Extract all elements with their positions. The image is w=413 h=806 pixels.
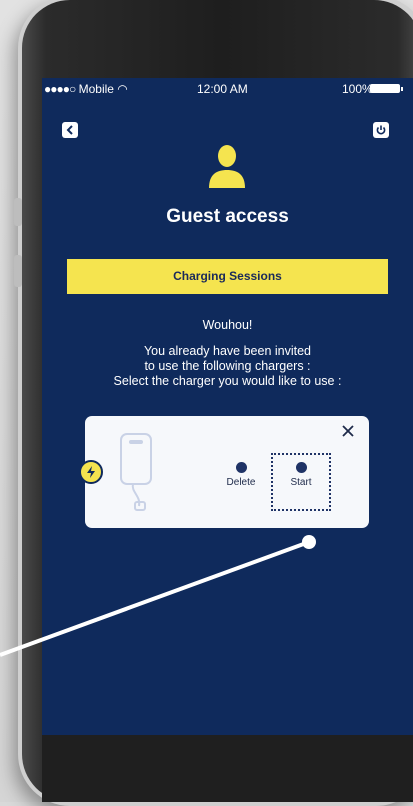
start-label: Start <box>290 477 312 488</box>
status-bar: ●●●●○ Mobile ◠ 12:00 AM 100% <box>42 78 413 100</box>
mute-switch <box>14 198 22 226</box>
app-screen: ●●●●○ Mobile ◠ 12:00 AM 100% Guest acces… <box>42 78 413 735</box>
carrier-name: Mobile <box>78 82 114 96</box>
chevron-left-icon <box>66 125 73 135</box>
carrier-signal: ●●●●○ Mobile ◠ <box>44 82 128 96</box>
wifi-icon: ◠ <box>117 82 128 96</box>
bottom-bezel <box>42 735 413 802</box>
volume-up-button <box>14 255 22 287</box>
page-title: Guest access <box>166 206 289 227</box>
charger-card[interactable]: Delete Start <box>85 416 369 528</box>
power-icon <box>376 125 386 135</box>
invite-message: You already have been invited to use the… <box>42 344 413 389</box>
invite-line-2: to use the following chargers : <box>144 359 311 373</box>
play-icon <box>295 462 307 473</box>
user-avatar-icon <box>209 145 245 188</box>
delete-button[interactable]: Delete <box>215 456 267 502</box>
start-button[interactable]: Start <box>275 456 327 502</box>
greeting-text: Wouhou! <box>202 318 253 332</box>
charger-illustration-icon <box>120 433 152 511</box>
status-time: 12:00 AM <box>197 82 248 96</box>
close-icon[interactable] <box>341 424 355 438</box>
logout-button[interactable] <box>373 122 389 138</box>
delete-label: Delete <box>226 477 256 488</box>
charging-sessions-button[interactable]: Charging Sessions <box>67 259 388 294</box>
back-button[interactable] <box>62 122 78 138</box>
invite-line-1: You already have been invited <box>143 344 312 358</box>
delete-icon <box>235 462 247 473</box>
invite-line-3: Select the charger you would like to use… <box>113 374 342 388</box>
signal-icon: ●●●●○ <box>44 82 76 96</box>
battery-icon <box>370 84 403 93</box>
battery-percent: 100% <box>342 82 373 96</box>
lightning-bolt-icon <box>79 460 103 484</box>
